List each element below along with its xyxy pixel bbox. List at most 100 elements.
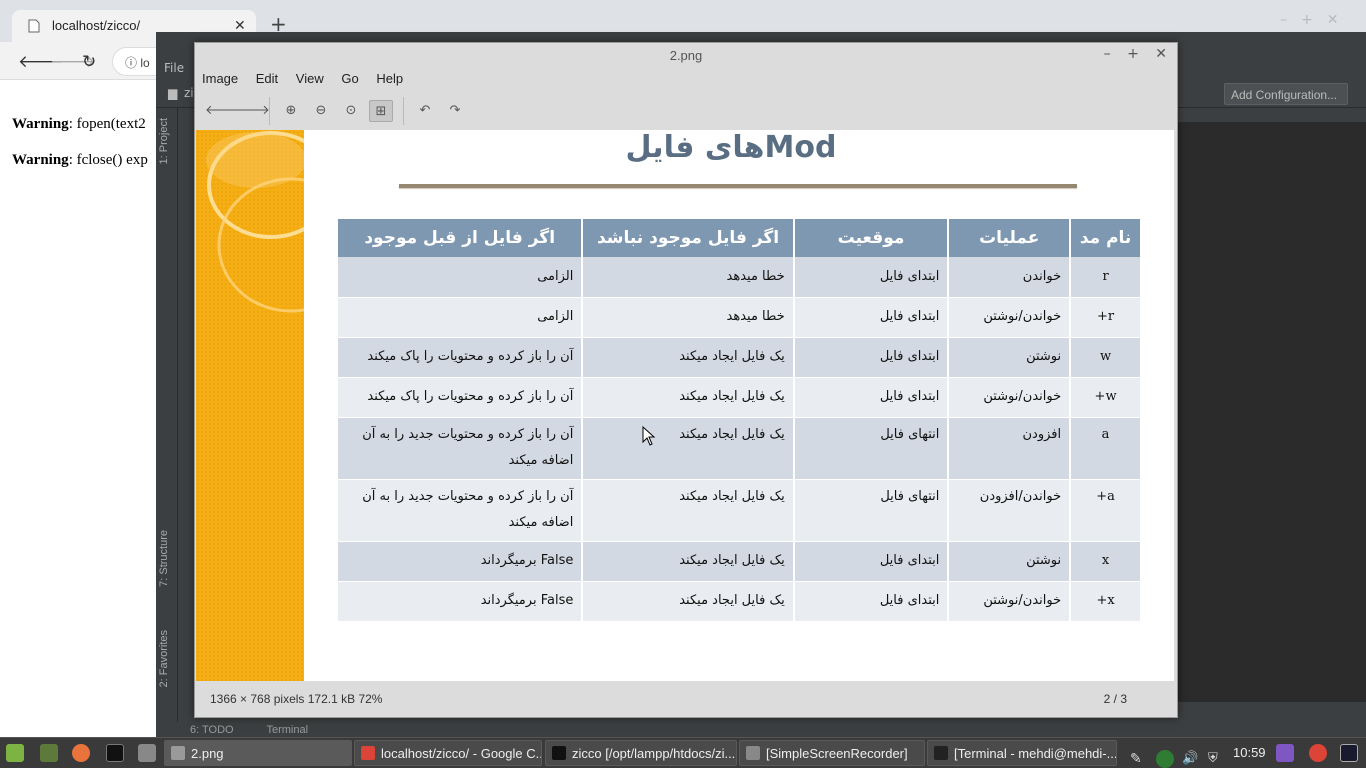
next-image-icon[interactable]: 🡒 — [235, 100, 270, 122]
terminal-tool-tab[interactable]: Terminal — [266, 724, 308, 736]
table-row: r+ خواندن/نوشتن ابتدای فایل خطا میدهد الزامی — [335, 297, 1142, 338]
image-viewer-window: 2.png – + ✕ Image Edit View Go Help 🡐 🡒 … — [194, 42, 1178, 718]
table-row: w نوشتن ابتدای فایل یک فایل ایجاد میکند آن ر… — [335, 337, 1142, 378]
cell-if-exists: آن را باز کرده و محتویات جدید را به آن ا… — [335, 417, 584, 480]
zoom-out-icon[interactable]: ⊖ — [309, 100, 333, 122]
cell-if-exists: الزامی — [335, 257, 584, 298]
terminal-icon — [934, 746, 948, 760]
taskbar-item[interactable]: 2.png — [164, 740, 352, 766]
cell-operation: نوشتن — [947, 337, 1072, 378]
cell-position: ابتدای فایل — [792, 337, 950, 378]
add-configuration-button[interactable]: Add Configuration... — [1224, 83, 1348, 105]
maximize-icon[interactable]: + — [1127, 46, 1139, 62]
cell-if-missing: یک فایل ایجاد میکند — [581, 377, 795, 418]
viewer-statusbar: 1366 × 768 pixels 172.1 kB 72% 2 / 3 — [195, 681, 1177, 717]
warning-label: Warning — [12, 116, 69, 132]
toolbar-separator — [269, 97, 270, 125]
zoom-normal-icon[interactable]: ⊙ — [339, 100, 363, 122]
cell-if-missing: خطا میدهد — [581, 297, 795, 338]
cell-operation: خواندن/نوشتن — [947, 377, 1072, 418]
image-info: 1366 × 768 pixels 172.1 kB 72% — [210, 692, 383, 706]
project-tool-tab[interactable]: 1: Project — [158, 118, 170, 164]
volume-icon[interactable]: 🔊 — [1182, 750, 1200, 768]
cell-position: ابتدای فایل — [792, 257, 950, 298]
info-icon[interactable]: ⓘ — [125, 56, 137, 70]
image-viewer-icon — [171, 746, 185, 760]
menu-help[interactable]: Help — [376, 71, 403, 86]
rotate-left-icon[interactable]: ↶ — [413, 100, 437, 122]
cell-mode: r — [1069, 257, 1142, 298]
pen-icon[interactable]: ✎ — [1130, 750, 1148, 768]
menu-go[interactable]: Go — [341, 71, 358, 86]
cell-mode: w+ — [1069, 377, 1142, 418]
warning-line: Warning: fclose() exp — [12, 142, 148, 178]
phpstorm-tray-icon[interactable] — [1340, 744, 1358, 762]
table-row: x+ خواندن/نوشتن ابتدای فایل یک فایل ایجاد م… — [335, 581, 1142, 622]
chrome-tray-icon[interactable] — [1309, 744, 1327, 762]
terminal-launcher-icon[interactable] — [106, 744, 124, 762]
cell-operation: نوشتن — [947, 541, 1072, 582]
favorites-tool-tab[interactable]: 2: Favorites — [158, 630, 170, 687]
todo-tool-tab[interactable]: 6: TODO — [190, 724, 234, 736]
table-body: r خواندن ابتدای فایل خطا میدهد الزامی r+ خواند… — [335, 257, 1142, 622]
taskbar-item-label: [Terminal - mehdi@mehdi-... — [954, 746, 1117, 761]
cell-if-exists: آن را باز کرده و محتویات را پاک میکند — [335, 337, 584, 378]
firefox-icon[interactable] — [72, 744, 90, 762]
shield-icon[interactable]: ⛨ — [1208, 750, 1226, 768]
show-desktop-icon[interactable] — [40, 744, 58, 762]
menu-edit[interactable]: Edit — [256, 71, 278, 86]
cell-if-missing: یک فایل ایجاد میکند — [581, 417, 795, 480]
page-icon — [28, 19, 40, 33]
close-icon[interactable]: ✕ — [1155, 46, 1167, 62]
files-icon[interactable] — [138, 744, 156, 762]
taskbar: 2.png localhost/zicco/ - Google C... zicco… — [0, 737, 1366, 768]
file-modes-table: نام مد عملیات موقعیت اگر فایل موجود نباش… — [335, 219, 1142, 622]
browser-window-controls[interactable]: –+✕ — [1280, 12, 1352, 28]
taskbar-item[interactable]: localhost/zicco/ - Google C... — [354, 740, 542, 766]
clock[interactable]: 10:59 — [1233, 745, 1266, 760]
cell-mode: x — [1069, 541, 1142, 582]
reload-icon[interactable]: ↻ — [82, 52, 96, 72]
slide-divider — [399, 184, 1077, 188]
taskbar-item[interactable]: [SimpleScreenRecorder] — [739, 740, 925, 766]
cell-position: ابتدای فایل — [792, 541, 950, 582]
mouse-cursor-icon — [642, 426, 656, 446]
best-fit-icon[interactable]: ⊞ — [369, 100, 393, 122]
recorder-icon — [746, 746, 760, 760]
menu-image[interactable]: Image — [202, 71, 238, 86]
taskbar-item[interactable]: zicco [/opt/lampp/htdocs/zi... — [545, 740, 737, 766]
ide-editor[interactable] — [1176, 122, 1366, 702]
taskbar-item[interactable]: [Terminal - mehdi@mehdi-... — [927, 740, 1117, 766]
viewer-menubar: Image Edit View Go Help — [195, 67, 1177, 91]
previous-image-icon[interactable]: 🡐 — [205, 100, 240, 122]
taskbar-item-label: localhost/zicco/ - Google C... — [381, 746, 542, 761]
network-icon[interactable] — [1156, 750, 1174, 768]
cell-position: ابتدای فایل — [792, 581, 950, 622]
zoom-in-icon[interactable]: ⊕ — [279, 100, 303, 122]
cell-if-exists: آن را باز کرده و محتویات را پاک میکند — [335, 377, 584, 418]
cell-mode: x+ — [1069, 581, 1142, 622]
warning-line: Warning: fopen(text2 — [12, 106, 148, 142]
slide-decoration — [196, 130, 304, 681]
ide-bottom-bar: 6: TODO Terminal — [156, 722, 1366, 737]
screenshot-icon[interactable] — [1276, 744, 1294, 762]
ide-tool-strip: 1: Project 7: Structure 2: Favorites — [156, 108, 178, 728]
menu-view[interactable]: View — [296, 71, 324, 86]
project-breadcrumb[interactable]: zi — [184, 86, 194, 100]
header-position: موقعیت — [792, 219, 950, 257]
cell-mode: a+ — [1069, 479, 1142, 542]
toolbar-separator — [403, 97, 404, 125]
mint-menu-icon[interactable] — [6, 744, 24, 762]
viewer-window-controls: – + ✕ — [1092, 46, 1167, 62]
ide-menu-file[interactable]: File — [164, 61, 184, 75]
minimize-icon[interactable]: – — [1104, 46, 1111, 62]
cell-if-exists: آن را باز کرده و محتویات جدید را به آن ا… — [335, 479, 584, 542]
cell-operation: خواندن — [947, 257, 1072, 298]
rotate-right-icon[interactable]: ↷ — [443, 100, 467, 122]
address-text: lo — [140, 56, 150, 70]
header-if-exists: اگر فایل از قبل موجود — [335, 219, 584, 257]
image-canvas[interactable]: Modهای فایل نام مد عملیات موقعیت اگر فای… — [196, 130, 1174, 681]
structure-tool-tab[interactable]: 7: Structure — [158, 530, 170, 587]
cell-if-missing: یک فایل ایجاد میکند — [581, 337, 795, 378]
table-row: a+ خواندن/افزودن انتهای فایل یک فایل ایجاد … — [335, 479, 1142, 542]
